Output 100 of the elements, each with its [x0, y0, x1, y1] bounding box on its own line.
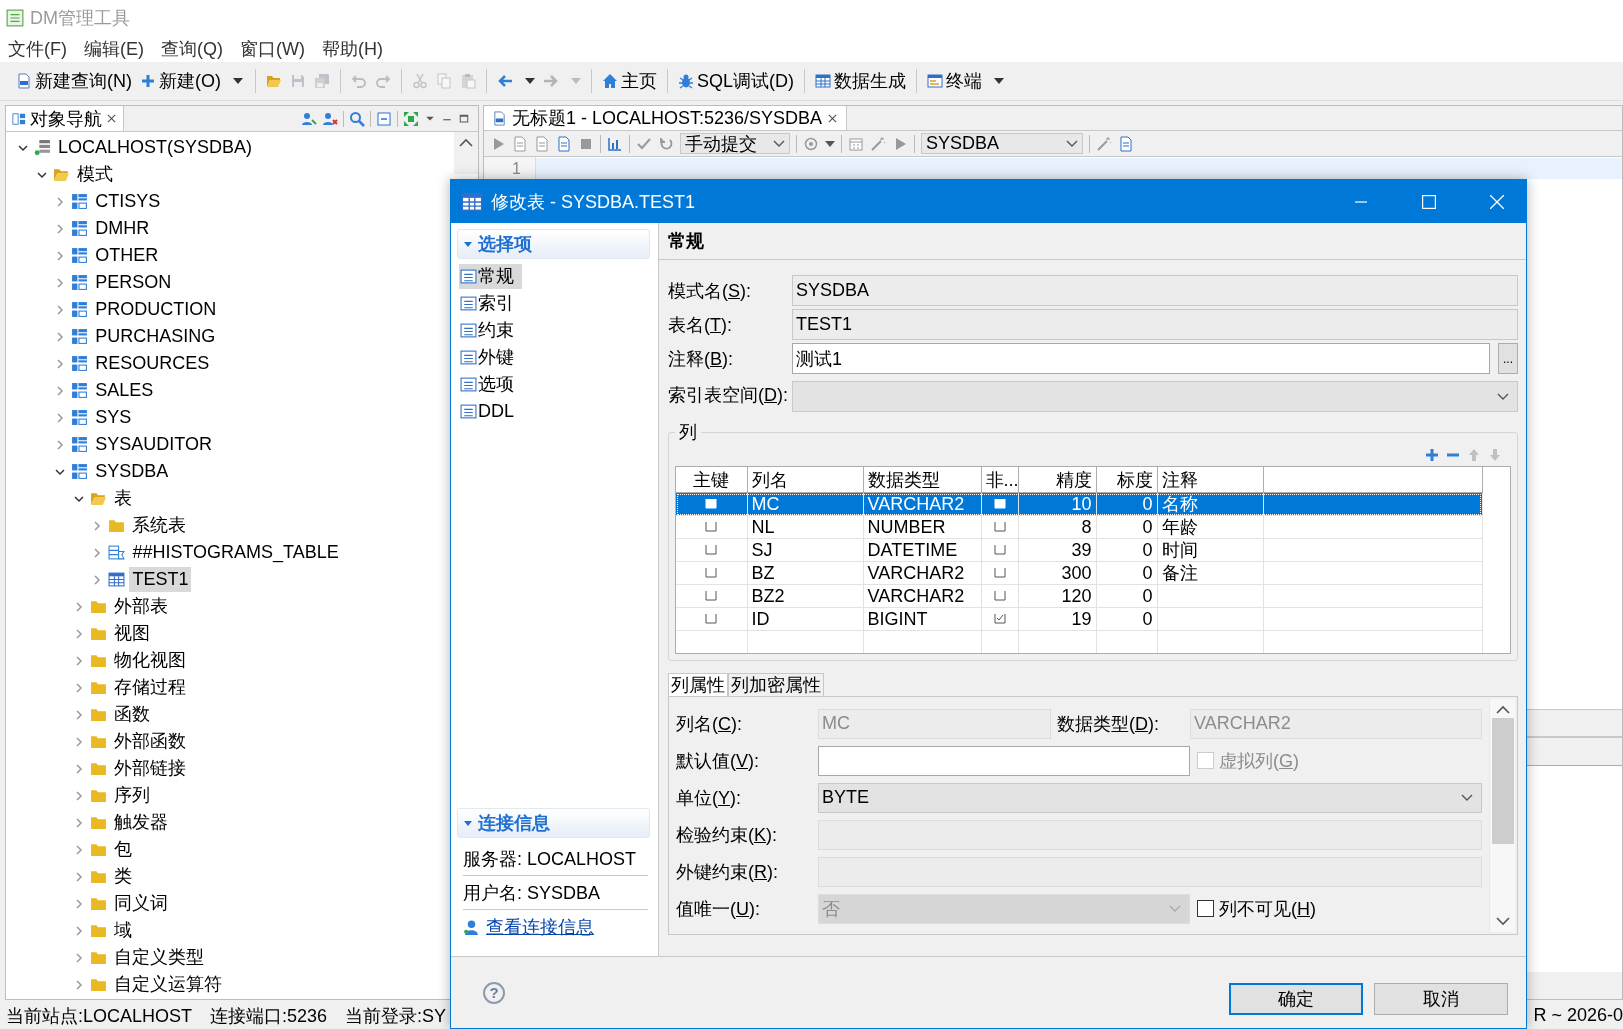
dialog-button[interactable]: 取消	[1374, 982, 1508, 1015]
dropdown[interactable]: BYTE	[818, 782, 1482, 813]
expand-icon[interactable]	[403, 110, 419, 127]
table-row[interactable]: ID BIGINT 19 0	[676, 607, 1482, 631]
tree-item[interactable]: PURCHASING	[92, 324, 219, 349]
tree-item[interactable]: 域	[110, 918, 135, 943]
menu-item[interactable]: 文件(F)	[2, 36, 73, 61]
commit-mode-dropdown[interactable]: 手动提交	[680, 133, 790, 154]
chevron-right-icon[interactable]	[73, 979, 84, 990]
chart-icon[interactable]	[607, 135, 623, 152]
tree-item[interactable]: 存储过程	[110, 675, 189, 700]
schema-dropdown[interactable]: SYSDBA	[921, 133, 1083, 154]
chevron-down-icon[interactable]	[73, 493, 84, 504]
scroll-up-icon[interactable]	[1495, 705, 1510, 715]
toolbar-button[interactable]: 终端	[923, 67, 986, 95]
tree-item[interactable]: 序列	[110, 783, 153, 808]
close-icon[interactable]	[827, 112, 839, 124]
tree-item[interactable]: 包	[110, 837, 135, 862]
tree-item[interactable]: 自定义运算符	[110, 972, 225, 997]
tree-item[interactable]: 物化视图	[110, 648, 189, 673]
close-icon[interactable]	[106, 113, 117, 124]
table-row[interactable]: BZ VARCHAR2 300 0 备注	[676, 561, 1482, 585]
add-icon[interactable]	[1424, 447, 1440, 463]
tree-item[interactable]: 外部链接	[110, 756, 189, 781]
chevron-right-icon[interactable]	[73, 790, 84, 801]
tree-item[interactable]: 表	[110, 486, 135, 511]
chevron-right-icon[interactable]	[92, 547, 103, 558]
chevron-down-icon[interactable]	[1497, 392, 1509, 401]
tree-item[interactable]: SALES	[92, 378, 157, 403]
tree-item[interactable]: SYSAUDITOR	[92, 432, 215, 457]
chevron-right-icon[interactable]	[55, 250, 66, 261]
caret-icon[interactable]	[825, 140, 835, 147]
column-header[interactable]: 列名	[747, 467, 863, 493]
chevron-right-icon[interactable]	[92, 574, 103, 585]
chevron-right-icon[interactable]	[92, 520, 103, 531]
option-item[interactable]: 选项	[459, 372, 517, 397]
menu-item[interactable]: 查询(Q)	[155, 36, 229, 61]
toolbar-button[interactable]: 新建(O)	[136, 67, 225, 95]
tree-item[interactable]: 外部表	[110, 594, 171, 619]
editor-tab[interactable]: 无标题1 - LOCALHOST:5236/SYSDBA	[484, 106, 848, 130]
chevron-right-icon[interactable]	[55, 277, 66, 288]
tree-item[interactable]: 触发器	[110, 810, 171, 835]
table-row[interactable]: SJ DATETIME 39 0 时间	[676, 538, 1482, 562]
input-field[interactable]: TEST1	[792, 309, 1518, 340]
document-icon[interactable]	[1118, 135, 1134, 152]
panel-tab[interactable]: 对象导航	[6, 106, 124, 131]
tab[interactable]: 列属性	[668, 673, 728, 696]
column-header[interactable]: 精度	[1018, 467, 1096, 493]
chevron-right-icon[interactable]	[73, 736, 84, 747]
collapse-icon[interactable]	[464, 241, 472, 247]
tree-item[interactable]: 函数	[110, 702, 153, 727]
tree-item[interactable]: SYS	[92, 405, 135, 430]
menu-item[interactable]: 窗口(W)	[234, 36, 311, 61]
section-header[interactable]: 选择项	[457, 229, 650, 259]
caret-icon[interactable]	[233, 78, 243, 84]
chevron-right-icon[interactable]	[55, 304, 66, 315]
collapse-all-icon[interactable]	[376, 110, 392, 127]
maximize-icon[interactable]	[458, 112, 470, 125]
option-item[interactable]: 外键	[459, 345, 517, 370]
option-item[interactable]: DDL	[459, 399, 517, 424]
document-icon[interactable]	[534, 135, 550, 152]
scroll-down-icon[interactable]	[1495, 916, 1510, 926]
chevron-down-icon[interactable]	[55, 466, 66, 477]
link[interactable]: 查看连接信息	[486, 915, 594, 939]
chevron-down-icon[interactable]	[1066, 139, 1078, 148]
tree-item[interactable]: 外部函数	[110, 729, 189, 754]
connect-icon[interactable]	[301, 110, 317, 127]
tree-item[interactable]: SYSDBA	[92, 459, 172, 484]
target-icon[interactable]	[803, 135, 819, 152]
caret-icon[interactable]	[994, 78, 1004, 84]
tree-item[interactable]: 视图	[110, 621, 153, 646]
chevron-right-icon[interactable]	[73, 763, 84, 774]
tree-item[interactable]: ##HISTOGRAMS_TABLE	[129, 540, 342, 565]
search-icon[interactable]	[349, 110, 365, 127]
chevron-right-icon[interactable]	[73, 871, 84, 882]
chevron-right-icon[interactable]	[73, 655, 84, 666]
option-item[interactable]: 索引	[459, 291, 517, 316]
tree-item[interactable]: LOCALHOST(SYSDBA)	[55, 135, 256, 160]
chevron-right-icon[interactable]	[55, 385, 66, 396]
tree-item[interactable]: DMHR	[92, 216, 153, 241]
tree-item[interactable]: CTISYS	[92, 189, 164, 214]
chevron-down-icon[interactable]	[18, 142, 28, 153]
chevron-down-icon[interactable]	[773, 139, 785, 148]
tree-item[interactable]: TEST1	[129, 567, 192, 592]
document-icon[interactable]	[512, 135, 528, 152]
tree-item[interactable]: PRODUCTION	[92, 297, 220, 322]
rollback-icon[interactable]	[658, 135, 674, 152]
chevron-right-icon[interactable]	[73, 628, 84, 639]
table-row[interactable]: NL NUMBER 8 0 年龄	[676, 515, 1482, 539]
table-row[interactable]: BZ2 VARCHAR2 120 0	[676, 584, 1482, 608]
chevron-right-icon[interactable]	[73, 817, 84, 828]
chevron-right-icon[interactable]	[73, 952, 84, 963]
tree-item[interactable]: 同义词	[110, 891, 171, 916]
document-icon[interactable]	[556, 135, 572, 152]
dialog-button[interactable]: 确定	[1229, 982, 1363, 1015]
chevron-right-icon[interactable]	[73, 844, 84, 855]
collapse-icon[interactable]	[464, 820, 472, 826]
chevron-right-icon[interactable]	[55, 439, 66, 450]
table-row[interactable]: MC VARCHAR2 10 0 名称	[676, 492, 1482, 516]
toolbar-button[interactable]: 主页	[598, 67, 661, 95]
